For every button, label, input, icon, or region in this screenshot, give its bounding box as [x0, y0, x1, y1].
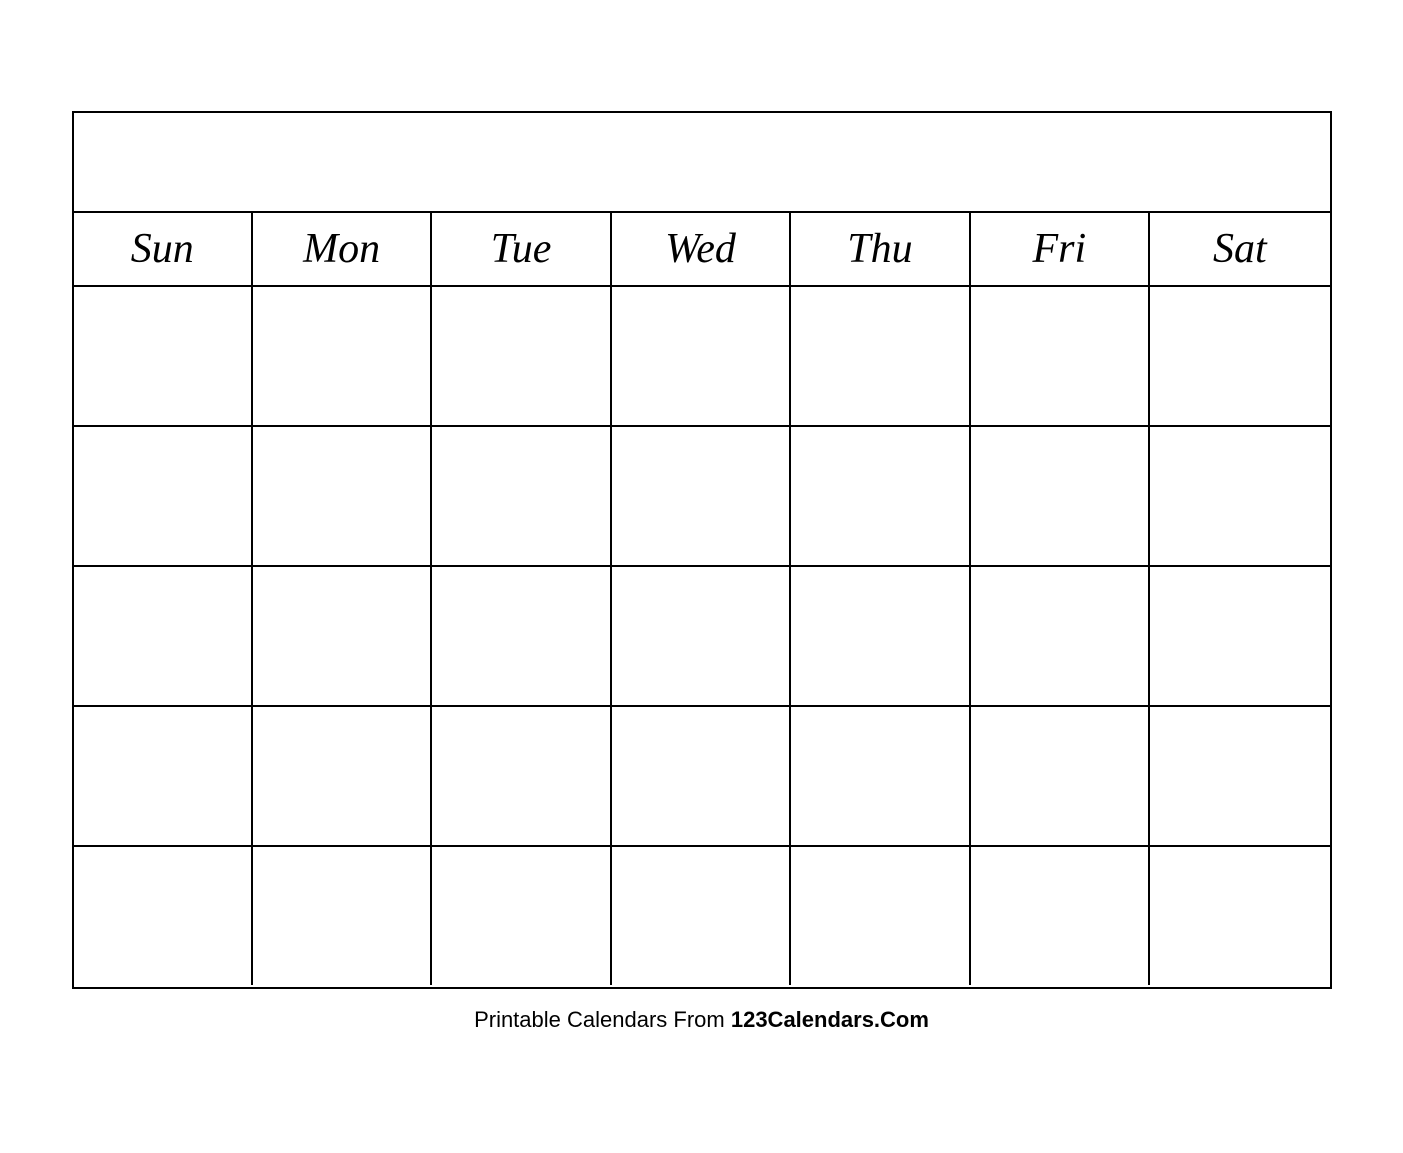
cell-1-3 — [432, 287, 611, 425]
cell-5-5 — [791, 847, 970, 985]
header-sat: Sat — [1150, 213, 1329, 285]
calendar-row-3 — [74, 567, 1330, 707]
cell-3-1 — [74, 567, 253, 705]
header-thu: Thu — [791, 213, 970, 285]
cell-3-3 — [432, 567, 611, 705]
calendar-row-2 — [74, 427, 1330, 567]
cell-2-7 — [1150, 427, 1329, 565]
cell-4-4 — [612, 707, 791, 845]
cell-1-4 — [612, 287, 791, 425]
header-mon: Mon — [253, 213, 432, 285]
calendar-row-1 — [74, 287, 1330, 427]
cell-4-2 — [253, 707, 432, 845]
cell-3-5 — [791, 567, 970, 705]
title-row — [74, 113, 1330, 213]
cell-3-4 — [612, 567, 791, 705]
cell-2-1 — [74, 427, 253, 565]
page-container: Sun Mon Tue Wed Thu Fri Sat — [52, 91, 1352, 1063]
header-row: Sun Mon Tue Wed Thu Fri Sat — [74, 213, 1330, 287]
cell-3-2 — [253, 567, 432, 705]
header-wed: Wed — [612, 213, 791, 285]
footer-text: Printable Calendars From — [474, 1007, 731, 1032]
cell-5-3 — [432, 847, 611, 985]
calendar-row-5 — [74, 847, 1330, 987]
cell-5-6 — [971, 847, 1150, 985]
cell-1-7 — [1150, 287, 1329, 425]
cell-5-4 — [612, 847, 791, 985]
footer: Printable Calendars From 123Calendars.Co… — [72, 989, 1332, 1043]
header-sun: Sun — [74, 213, 253, 285]
cell-2-3 — [432, 427, 611, 565]
footer-brand: 123Calendars.Com — [731, 1007, 929, 1032]
cell-3-6 — [971, 567, 1150, 705]
calendar-row-4 — [74, 707, 1330, 847]
cell-2-6 — [971, 427, 1150, 565]
cell-4-6 — [971, 707, 1150, 845]
cell-2-5 — [791, 427, 970, 565]
cell-4-3 — [432, 707, 611, 845]
cell-5-7 — [1150, 847, 1329, 985]
header-fri: Fri — [971, 213, 1150, 285]
cell-3-7 — [1150, 567, 1329, 705]
cell-5-2 — [253, 847, 432, 985]
cell-1-5 — [791, 287, 970, 425]
cell-2-4 — [612, 427, 791, 565]
header-tue: Tue — [432, 213, 611, 285]
cell-1-6 — [971, 287, 1150, 425]
cell-5-1 — [74, 847, 253, 985]
calendar-grid — [74, 287, 1330, 987]
cell-4-5 — [791, 707, 970, 845]
cell-1-2 — [253, 287, 432, 425]
cell-4-7 — [1150, 707, 1329, 845]
cell-2-2 — [253, 427, 432, 565]
cell-1-1 — [74, 287, 253, 425]
cell-4-1 — [74, 707, 253, 845]
calendar-wrapper: Sun Mon Tue Wed Thu Fri Sat — [72, 111, 1332, 989]
